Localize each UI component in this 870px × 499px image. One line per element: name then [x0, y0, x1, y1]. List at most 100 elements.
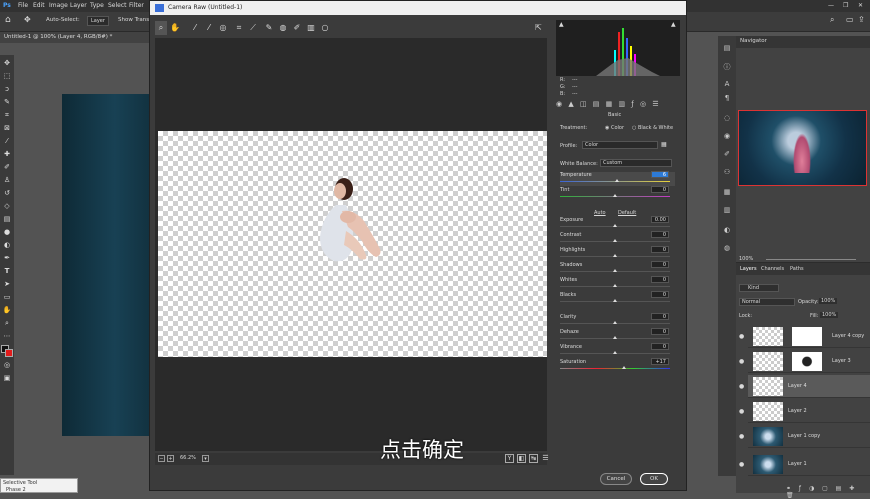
pen-tool-icon[interactable]: ✒: [2, 253, 12, 263]
zoom-tool-icon[interactable]: ⌕: [2, 318, 12, 328]
radial-filter-icon[interactable]: ○: [319, 21, 331, 35]
zoom-out-icon[interactable]: −: [158, 455, 165, 462]
cancel-button[interactable]: Cancel: [600, 473, 632, 485]
profile-dropdown[interactable]: Color: [582, 141, 658, 149]
healing-brush-icon[interactable]: ✚: [2, 149, 12, 159]
close-icon[interactable]: ✕: [858, 2, 863, 9]
brush-icon[interactable]: ✐: [722, 150, 732, 160]
zoom-tool-icon[interactable]: ⌕: [155, 21, 167, 35]
layer-row[interactable]: ● Layer 4: [739, 375, 870, 398]
layer-row[interactable]: ● Layer 2: [739, 400, 870, 423]
slider-value-field[interactable]: 0: [651, 328, 669, 335]
type-tool-icon[interactable]: T: [2, 266, 12, 276]
slider-value-field[interactable]: 0: [651, 261, 669, 268]
shape-tool-icon[interactable]: ▭: [2, 292, 12, 302]
treatment-bw-radio[interactable]: ○ Black & White: [632, 125, 673, 131]
layer-dropdown[interactable]: Layer: [87, 16, 109, 26]
blend-mode-dropdown[interactable]: Normal: [739, 298, 795, 306]
layer-name[interactable]: Layer 1: [788, 461, 807, 467]
screen-mode-icon[interactable]: ▣: [2, 373, 12, 383]
eyedropper-icon[interactable]: ⁄: [2, 136, 12, 146]
slider-thumb[interactable]: [613, 239, 617, 242]
before-after-icon[interactable]: Y: [505, 454, 514, 463]
quick-mask-icon[interactable]: ◎: [2, 360, 12, 370]
slider-thumb[interactable]: [613, 351, 617, 354]
white-balance-dropdown[interactable]: Custom: [600, 159, 672, 167]
menu-layer[interactable]: Layer: [70, 2, 87, 9]
minimize-icon[interactable]: —: [828, 2, 834, 9]
layer-footer-icons[interactable]: ⚭ ƒ ◑ ▢ ▤ ✚ 🗑: [786, 485, 870, 499]
menu-filter[interactable]: Filter: [129, 2, 144, 9]
targeted-adjust-icon[interactable]: ◎: [217, 21, 229, 35]
slider-thumb[interactable]: [615, 179, 620, 182]
swatches-icon[interactable]: ▥: [722, 206, 732, 216]
clone-source-icon[interactable]: ⚇: [722, 168, 732, 178]
layer-row[interactable]: ● Layer 1 copy: [739, 425, 870, 448]
show-transform-checkbox[interactable]: Show Trans: [118, 17, 149, 23]
layer-row[interactable]: ● Layer 1: [739, 453, 870, 476]
home-icon[interactable]: ⌂: [5, 15, 11, 25]
crop-icon[interactable]: ⌗: [233, 21, 245, 35]
hand-tool-icon[interactable]: ✋: [2, 305, 12, 315]
menu-select[interactable]: Select: [108, 2, 127, 9]
slider-value-field[interactable]: +17: [651, 358, 669, 365]
slider-thumb[interactable]: [613, 254, 617, 257]
light-bulb-icon[interactable]: ◌: [722, 114, 732, 124]
share-icon[interactable]: ⇪: [858, 15, 865, 24]
kind-filter[interactable]: Kind: [739, 284, 779, 292]
tab-layers[interactable]: Layers: [740, 266, 757, 272]
zoom-level[interactable]: 66.2%: [180, 455, 196, 461]
visibility-eye-icon[interactable]: ●: [739, 358, 744, 365]
visibility-eye-icon[interactable]: ●: [739, 461, 744, 468]
slider-value-field[interactable]: 0: [651, 231, 669, 238]
layer-mask-thumbnail[interactable]: [792, 327, 822, 346]
shadow-clip-icon[interactable]: ▲: [559, 21, 564, 28]
brush-tool-icon[interactable]: ✐: [2, 162, 12, 172]
fullscreen-icon[interactable]: ⇱: [535, 23, 542, 32]
slider-track[interactable]: [560, 368, 670, 369]
slider-thumb[interactable]: [613, 284, 617, 287]
tab-paths[interactable]: Paths: [790, 266, 804, 272]
move-tool-icon[interactable]: ✥: [24, 15, 31, 24]
color-sampler-icon[interactable]: ⁄: [203, 21, 215, 35]
document-tab[interactable]: Untitled-1 @ 100% (Layer 4, RGB/8#) *: [0, 32, 150, 43]
fill-value[interactable]: 100%: [820, 312, 839, 318]
history-icon[interactable]: ▤: [722, 44, 732, 54]
preview-settings-icon[interactable]: ☰: [541, 454, 550, 463]
gradient-tool-icon[interactable]: ▤: [2, 214, 12, 224]
toggle-settings-icon[interactable]: ◧: [517, 454, 526, 463]
auto-select-checkbox[interactable]: Auto-Select:: [46, 17, 80, 23]
slider-thumb[interactable]: [613, 194, 617, 197]
styles-icon[interactable]: ◍: [722, 244, 732, 254]
straighten-icon[interactable]: ⟋: [247, 21, 259, 35]
image-preview[interactable]: [155, 38, 547, 451]
swap-settings-icon[interactable]: ↹: [529, 454, 538, 463]
background-color-swatch[interactable]: [5, 349, 13, 357]
menu-type[interactable]: Type: [90, 2, 104, 9]
marquee-tool-icon[interactable]: ⬚: [2, 71, 12, 81]
info-icon[interactable]: ⓘ: [722, 62, 732, 72]
slider-value-field[interactable]: 0: [651, 246, 669, 253]
frame-tool-icon[interactable]: ⊠: [2, 123, 12, 133]
slider-value-field[interactable]: 0: [651, 343, 669, 350]
move-tool-icon[interactable]: ✥: [2, 58, 12, 68]
slider-value-field[interactable]: 0: [651, 291, 669, 298]
stamp-tool-icon[interactable]: ♙: [2, 175, 12, 185]
slider-value-field[interactable]: 0: [651, 313, 669, 320]
graduated-filter-icon[interactable]: ▥: [305, 21, 317, 35]
menu-edit[interactable]: Edit: [33, 2, 45, 9]
profile-browser-icon[interactable]: ▦: [661, 141, 667, 148]
slider-thumb[interactable]: [621, 366, 626, 369]
slider-value-field[interactable]: 0: [651, 276, 669, 283]
panel-tab-icons[interactable]: ◉ ▲ ◫ ▤ ▦ ▥ ƒ ◎ ☰: [556, 100, 680, 110]
auto-link[interactable]: Auto: [594, 210, 606, 216]
slider-thumb[interactable]: [613, 336, 617, 339]
menu-file[interactable]: File: [18, 2, 28, 9]
paragraph-icon[interactable]: ¶: [722, 94, 732, 104]
slider-thumb[interactable]: [613, 299, 617, 302]
dodge-tool-icon[interactable]: ◐: [2, 240, 12, 250]
maximize-icon[interactable]: ❐: [843, 2, 848, 9]
slider-value-field[interactable]: 0: [651, 186, 669, 193]
layer-name[interactable]: Layer 4: [788, 383, 807, 389]
layer-mask-thumbnail[interactable]: [792, 352, 822, 371]
